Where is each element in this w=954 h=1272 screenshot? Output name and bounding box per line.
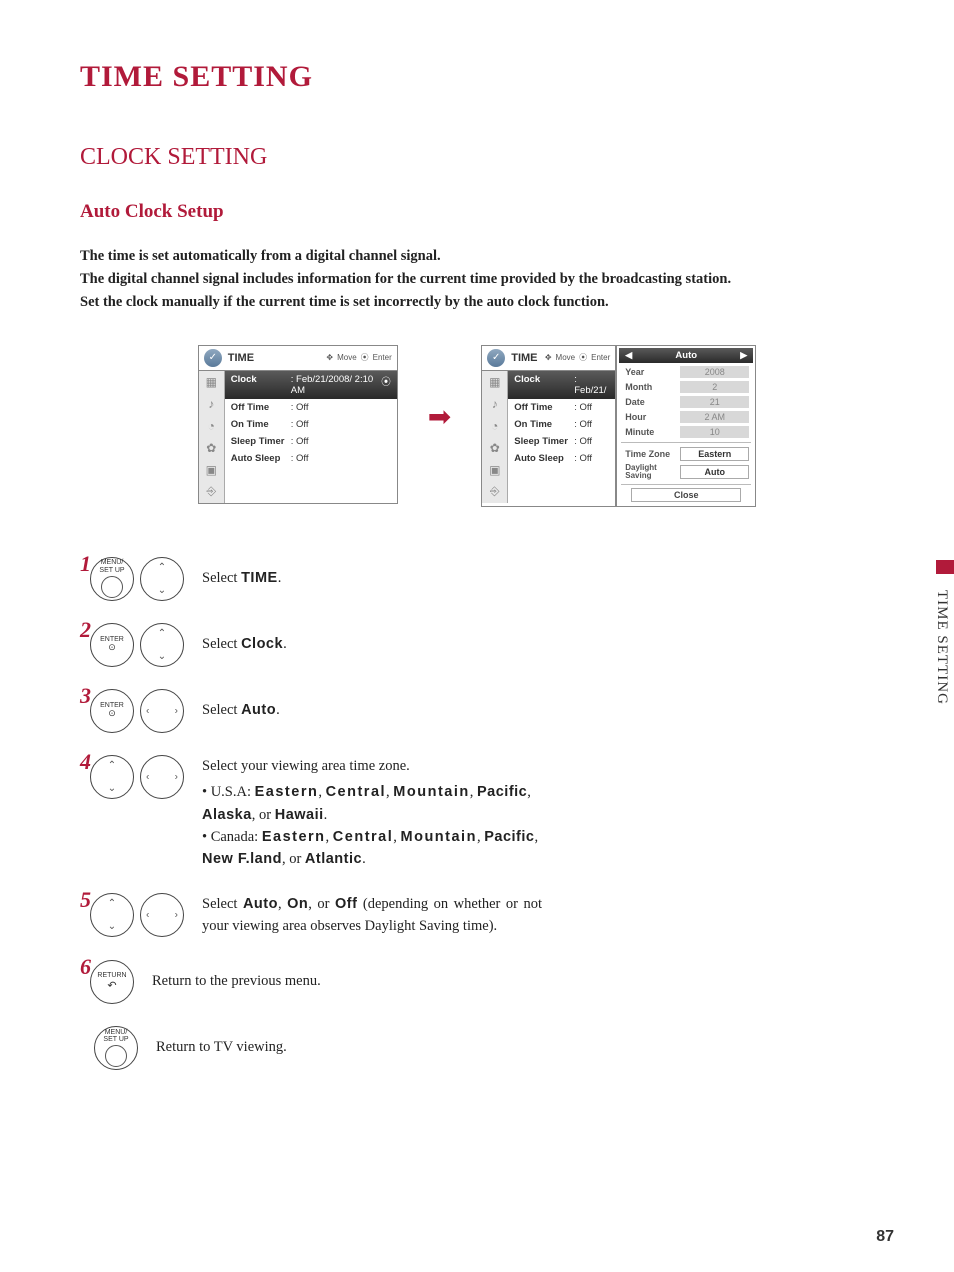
- osd-nav-enter: Enter: [373, 353, 392, 362]
- return-button-icon: RETURN↶: [90, 960, 134, 1004]
- menu-button-icon: MENU/ SET UP: [94, 1026, 138, 1070]
- osd-item: On TimeOff: [225, 416, 397, 433]
- enter-dot-icon: ⦿: [361, 352, 369, 363]
- enter-button-icon: ENTER⊙: [90, 623, 134, 667]
- osd-item: Sleep TimerOff: [508, 433, 615, 450]
- osd-item-clock: ClockFeb/21/2008/ 2:10 AM⦿: [225, 371, 397, 399]
- lock-icon: ▣: [482, 459, 507, 481]
- updown-button-icon: ⌃⌄: [90, 893, 134, 937]
- step-3: 3 ENTER⊙ ‹› Select Auto.: [80, 689, 874, 733]
- side-tab-marker: [936, 560, 954, 574]
- osd-menu-time: ✓ TIME ✥ Move ⦿ Enter ▦ ♪ ◔ ✿ ▣ ⎆: [198, 345, 398, 504]
- step-1: 1 MENU/ SET UP ⌃⌄ Select TIME.: [80, 557, 874, 601]
- osd-detail-panel: ◀ Auto ▶ Year2008 Month2 Date21 Hour2 AM…: [616, 345, 756, 507]
- time-icon: ◔: [199, 415, 224, 437]
- osd-item: Off TimeOff: [225, 399, 397, 416]
- picture-icon: ▦: [482, 371, 507, 393]
- move-icon: ✥: [326, 353, 333, 362]
- clock-icon: ✓: [204, 349, 222, 367]
- updown-button-icon: ⌃⌄: [140, 623, 184, 667]
- osd-title: TIME: [511, 352, 537, 364]
- osd-row: ✓ TIME ✥ Move ⦿ Enter ▦ ♪ ◔ ✿ ▣ ⎆: [80, 345, 874, 507]
- osd-nav-enter: Enter: [591, 353, 610, 362]
- detail-auto: Auto: [675, 350, 697, 361]
- enter-button-icon: ENTER⊙: [90, 689, 134, 733]
- intro-line: The digital channel signal includes info…: [80, 268, 874, 291]
- audio-icon: ♪: [482, 393, 507, 415]
- clock-icon: ✓: [487, 349, 505, 367]
- osd-item: Off TimeOff: [508, 399, 615, 416]
- step-5: 5 ⌃⌄ ‹› Select Auto, On, or Off (dependi…: [80, 893, 874, 938]
- osd-close: Close: [631, 488, 741, 502]
- section-title: CLOCK SETTING: [80, 144, 874, 171]
- time-icon: ◔: [482, 415, 507, 437]
- step-2: 2 ENTER⊙ ⌃⌄ Select Clock.: [80, 623, 874, 667]
- osd-nav-move: Move: [337, 353, 357, 362]
- osd-item: Auto SleepOff: [225, 450, 397, 467]
- arrow-right-icon: ➡: [428, 400, 451, 434]
- input-icon: ⎆: [199, 481, 224, 503]
- triangle-right-icon: ▶: [740, 350, 747, 361]
- subsection-title: Auto Clock Setup: [80, 201, 874, 223]
- leftright-button-icon: ‹›: [140, 893, 184, 937]
- option-icon: ✿: [482, 437, 507, 459]
- osd-nav-move: Move: [556, 353, 576, 362]
- osd-item-clock: ClockFeb/21/: [508, 371, 615, 399]
- leftright-button-icon: ‹›: [140, 689, 184, 733]
- menu-button-icon: MENU/ SET UP: [90, 557, 134, 601]
- step-4: 4 ⌃⌄ ‹› Select your viewing area time zo…: [80, 755, 874, 871]
- page-number: 87: [876, 1228, 894, 1246]
- move-icon: ✥: [545, 353, 552, 362]
- enter-dot-icon: ⦿: [579, 352, 587, 363]
- osd-item: Auto SleepOff: [508, 450, 615, 467]
- picture-icon: ▦: [199, 371, 224, 393]
- audio-icon: ♪: [199, 393, 224, 415]
- intro-line: The time is set automatically from a dig…: [80, 245, 874, 268]
- osd-menu-time-clock: ✓ TIME ✥ Move ⦿ Enter ▦ ♪ ◔ ✿ ▣: [481, 345, 616, 507]
- triangle-left-icon: ◀: [625, 350, 632, 361]
- enter-dot-icon: ⦿: [381, 374, 391, 396]
- option-icon: ✿: [199, 437, 224, 459]
- osd-item: Sleep TimerOff: [225, 433, 397, 450]
- step-7: MENU/ SET UP Return to TV viewing.: [94, 1026, 874, 1070]
- page-title: TIME SETTING: [80, 60, 874, 94]
- leftright-button-icon: ‹›: [140, 755, 184, 799]
- intro-text: The time is set automatically from a dig…: [80, 245, 874, 315]
- updown-button-icon: ⌃⌄: [140, 557, 184, 601]
- lock-icon: ▣: [199, 459, 224, 481]
- intro-line: Set the clock manually if the current ti…: [80, 291, 874, 314]
- step-6: 6 RETURN↶ Return to the previous menu.: [80, 960, 874, 1004]
- osd-item: On TimeOff: [508, 416, 615, 433]
- side-tab-label: TIME SETTING: [929, 580, 954, 715]
- input-icon: ⎆: [482, 481, 507, 503]
- updown-button-icon: ⌃⌄: [90, 755, 134, 799]
- osd-title: TIME: [228, 352, 254, 364]
